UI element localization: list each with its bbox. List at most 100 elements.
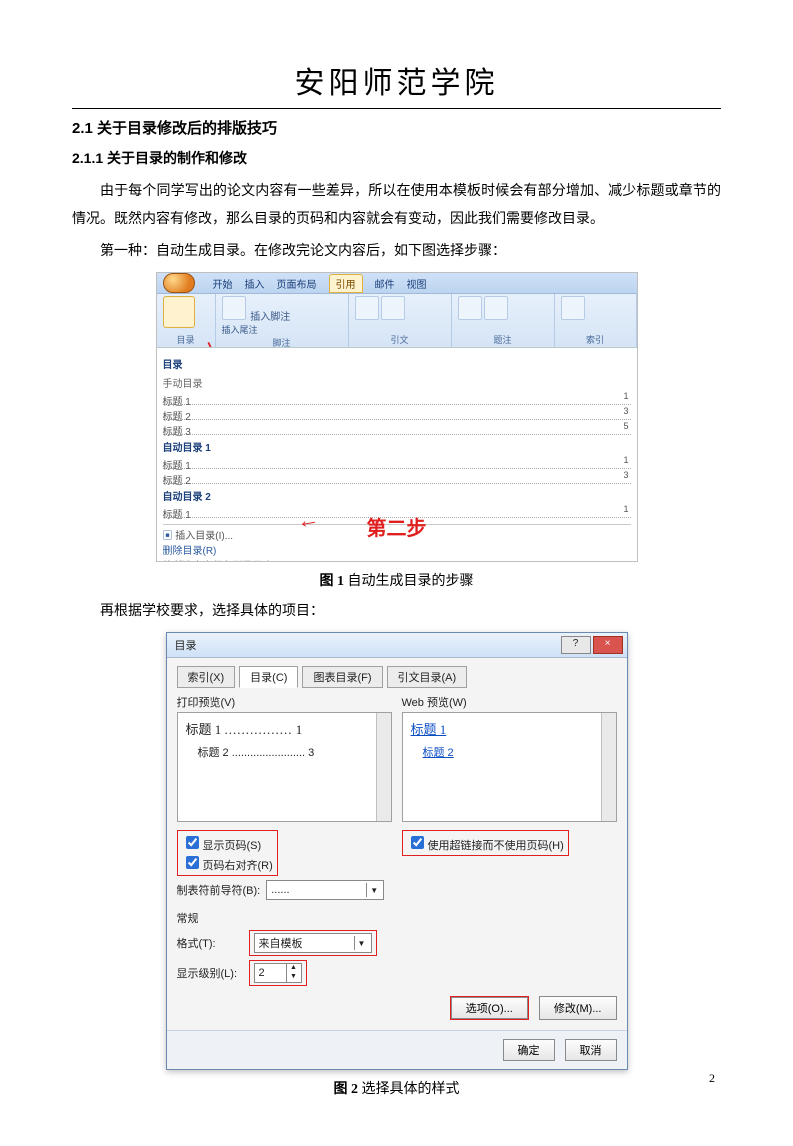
toc-page: 1 bbox=[623, 504, 628, 514]
toc-entry: 标题 1 bbox=[163, 461, 191, 472]
leader-label: 制表符前导符(B): bbox=[177, 882, 261, 898]
help-button[interactable]: ? bbox=[561, 636, 591, 654]
caption-text: 选择具体的样式 bbox=[358, 1082, 460, 1097]
figure-1: 开始 插入 页面布局 引用 邮件 视图 目录 插入脚注 插入尾注 脚注 bbox=[156, 272, 638, 562]
paragraph-3: 再根据学校要求，选择具体的项目： bbox=[72, 598, 721, 626]
toc-page: 3 bbox=[623, 470, 628, 480]
toc-entry: 标题 1 bbox=[163, 397, 191, 408]
dialog-tabstrip: 索引(X) 目录(C) 图表目录(F) 引文目录(A) bbox=[177, 666, 617, 688]
toc-gallery: 目录 手动目录 标题 1 1 标题 2 3 标题 3 5 自动目录 1 标题 1 1 标… bbox=[157, 347, 637, 561]
toc-page: 3 bbox=[623, 406, 628, 416]
level-spinner[interactable]: 2 ▲▼ bbox=[254, 963, 302, 983]
citation-button[interactable] bbox=[355, 296, 379, 320]
right-align-checkbox[interactable] bbox=[186, 856, 199, 869]
page-number: 2 bbox=[709, 1071, 715, 1086]
icon-button[interactable] bbox=[484, 296, 508, 320]
chevron-down-icon: ▼ bbox=[366, 883, 381, 897]
combo-value: ...... bbox=[271, 884, 289, 896]
web-preview-box: 标题 1 标题 2 bbox=[402, 712, 617, 822]
toc-entry: 标题 3 bbox=[163, 427, 191, 438]
caption-text: 自动生成目录的步骤 bbox=[344, 574, 474, 589]
button-label: 插入脚注 bbox=[250, 312, 290, 323]
gallery-item[interactable]: 自动目录 2 bbox=[163, 488, 631, 503]
toc-entry: 标题 1 bbox=[163, 510, 191, 521]
ribbon-tab[interactable]: 页面布局 bbox=[277, 276, 317, 291]
ribbon-tab[interactable]: 插入 bbox=[245, 276, 265, 291]
checkbox-label: 显示页码(S) bbox=[203, 840, 262, 852]
insert-footnote-button[interactable] bbox=[222, 296, 246, 320]
toc-page: 5 bbox=[623, 421, 628, 431]
ribbon-tab-active[interactable]: 引用 bbox=[329, 274, 363, 293]
format-label: 格式(T): bbox=[177, 935, 243, 951]
preview-page-3: 3 bbox=[308, 747, 314, 759]
preview-title-2: 标题 2 bbox=[198, 747, 229, 759]
preview-dots: ........................ bbox=[232, 747, 305, 759]
heading-3: 2.1.1 关于目录的制作和修改 bbox=[72, 148, 721, 168]
dialog-titlebar: 目录 ? × bbox=[167, 633, 627, 658]
tab-citations[interactable]: 引文目录(A) bbox=[387, 666, 468, 688]
header-rule bbox=[72, 108, 721, 109]
paragraph-2: 第一种：自动生成目录。在修改完论文内容后，如下图选择步骤： bbox=[72, 238, 721, 266]
scrollbar[interactable] bbox=[376, 713, 391, 821]
checkbox-label: 使用超链接而不使用页码(H) bbox=[428, 840, 564, 852]
preview-page-1: 1 bbox=[296, 722, 303, 737]
gallery-heading: 目录 bbox=[163, 356, 631, 371]
chevron-up-icon[interactable]: ▲ bbox=[287, 964, 301, 973]
group-label: 题注 bbox=[458, 333, 548, 346]
format-combo[interactable]: 来自模板 ▼ bbox=[254, 933, 372, 953]
spinner-value: 2 bbox=[259, 967, 265, 979]
annotation-step-2: 第二步 bbox=[367, 512, 427, 541]
toc-button[interactable] bbox=[163, 296, 195, 328]
options-button[interactable]: 选项(O)... bbox=[451, 997, 528, 1019]
ribbon-tab[interactable]: 邮件 bbox=[375, 276, 395, 291]
figure-2-caption: 图 2 选择具体的样式 bbox=[72, 1078, 721, 1098]
print-preview-box: 标题 1 ................ 1 标题 2 ...........… bbox=[177, 712, 392, 822]
leader-combo[interactable]: ...... ▼ bbox=[266, 880, 384, 900]
use-hyperlink-checkbox[interactable] bbox=[411, 836, 424, 849]
combo-value: 来自模板 bbox=[259, 935, 303, 951]
tab-toc[interactable]: 目录(C) bbox=[239, 666, 298, 688]
gallery-item[interactable]: 手动目录 bbox=[163, 375, 631, 390]
index-button[interactable] bbox=[561, 296, 585, 320]
heading-2: 2.1 关于目录修改后的排版技巧 bbox=[72, 117, 721, 138]
menu-label: 插入目录(I)... bbox=[175, 531, 233, 542]
preview-dots: ................ bbox=[225, 722, 293, 737]
gallery-item[interactable]: 自动目录 1 bbox=[163, 439, 631, 454]
tab-index[interactable]: 索引(X) bbox=[177, 666, 236, 688]
chevron-down-icon[interactable]: ▼ bbox=[287, 973, 301, 982]
group-label: 索引 bbox=[561, 333, 630, 346]
web-link-2[interactable]: 标题 2 bbox=[423, 747, 454, 759]
scrollbar[interactable] bbox=[601, 713, 616, 821]
office-button[interactable] bbox=[163, 273, 195, 293]
dialog-title: 目录 bbox=[175, 637, 197, 653]
cancel-button[interactable]: 取消 bbox=[565, 1039, 617, 1061]
level-label: 显示级别(L): bbox=[177, 965, 243, 981]
general-label: 常规 bbox=[177, 910, 617, 926]
ok-button[interactable]: 确定 bbox=[503, 1039, 555, 1061]
caption-number: 图 2 bbox=[334, 1082, 359, 1097]
button-label: 插入尾注 bbox=[222, 323, 342, 336]
paragraph-1: 由于每个同学写出的论文内容有一些差异，所以在使用本模板时候会有部分增加、减少标题… bbox=[72, 178, 721, 234]
web-link-1[interactable]: 标题 1 bbox=[411, 722, 447, 737]
tab-figures[interactable]: 图表目录(F) bbox=[302, 666, 382, 688]
caption-button[interactable] bbox=[458, 296, 482, 320]
toc-entry: 标题 2 bbox=[163, 412, 191, 423]
caption-number: 图 1 bbox=[320, 574, 345, 589]
modify-button[interactable]: 修改(M)... bbox=[539, 996, 617, 1020]
toc-entry: 标题 2 bbox=[163, 476, 191, 487]
arrow-icon: ← bbox=[294, 505, 320, 534]
group-label: 目录 bbox=[163, 333, 209, 346]
figure-2-dialog: 目录 ? × 索引(X) 目录(C) 图表目录(F) 引文目录(A) 打印预览(… bbox=[166, 632, 628, 1070]
chevron-down-icon: ▼ bbox=[354, 936, 369, 950]
ribbon-tab[interactable]: 开始 bbox=[213, 276, 233, 291]
show-pageno-checkbox[interactable] bbox=[186, 836, 199, 849]
ribbon-tab[interactable]: 视图 bbox=[407, 276, 427, 291]
checkbox-label: 页码右对齐(R) bbox=[203, 860, 273, 872]
menu-item-save-gallery[interactable]: 将所选内容保存到目录库(S)... bbox=[163, 557, 631, 562]
menu-item-remove-toc[interactable]: 删除目录(R) bbox=[163, 542, 631, 557]
web-preview-label: Web 预览(W) bbox=[402, 694, 617, 710]
toc-page: 1 bbox=[623, 455, 628, 465]
icon-button[interactable] bbox=[381, 296, 405, 320]
close-button[interactable]: × bbox=[593, 636, 623, 654]
preview-title-1: 标题 1 bbox=[186, 722, 222, 737]
